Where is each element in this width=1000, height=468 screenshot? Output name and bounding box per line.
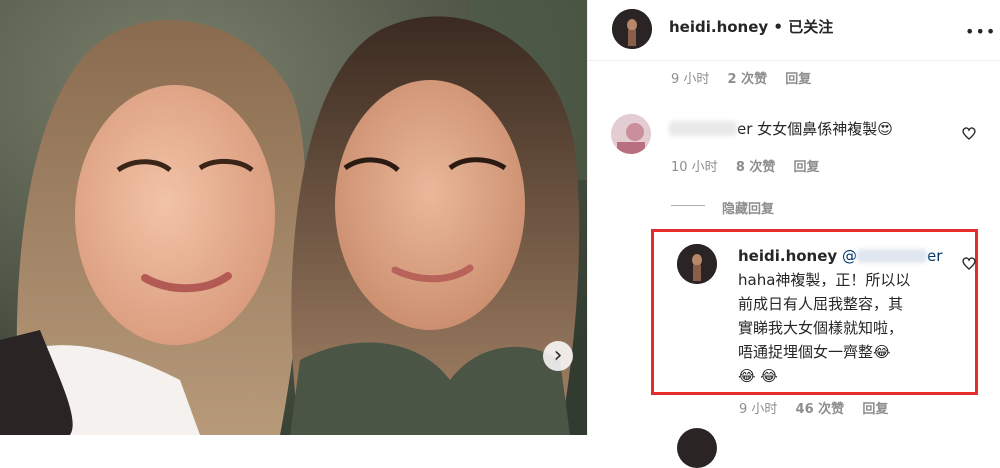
heart-eyes-emoji: 😍 [877, 120, 893, 138]
chevron-right-icon: › [553, 343, 563, 368]
laughing-emoji: 😂 [873, 343, 891, 361]
reply-body: heidi.honey @ er haha神複製，正！所以以 前成日有人屈我整容，… [738, 244, 963, 388]
commenter-avatar-image [611, 114, 651, 154]
comment-time: 9 小时 [671, 72, 710, 87]
reply-line: haha神複製，正！所以以 [738, 271, 911, 289]
post-header: heidi.honey • 已关注 ••• [588, 0, 1000, 61]
mention-redacted [856, 249, 927, 263]
divider-line [671, 205, 705, 206]
reply-line: 前成日有人屈我整容，其 [738, 295, 904, 313]
comments-panel: heidi.honey • 已关注 ••• 9 小时 2 次赞 回复 er 女女… [587, 0, 1000, 468]
emoji-line: 😂 😂 [738, 367, 778, 385]
like-heart-icon[interactable] [961, 255, 977, 271]
next-reply-avatar[interactable] [677, 428, 717, 468]
comment-likes[interactable]: 2 次赞 [728, 72, 768, 87]
reply-first-line: heidi.honey @ er [738, 244, 963, 268]
comment-meta: 10 小时 8 次赞 回复 [671, 156, 834, 175]
reply-line-with-emoji: 唔通捉埋個女一齊整😂 [738, 340, 963, 364]
reply-button[interactable]: 回复 [794, 160, 820, 175]
comment-time: 10 小时 [671, 160, 718, 175]
reply-button[interactable]: 回复 [785, 72, 811, 87]
comment-meta: 9 小时 2 次赞 回复 [671, 68, 825, 87]
comment-text: 女女個鼻係神複製 [757, 120, 878, 138]
author-line: heidi.honey • 已关注 [669, 16, 833, 37]
reply-time: 9 小时 [739, 402, 778, 417]
reply-button[interactable]: 回复 [862, 402, 888, 417]
comment-body: er 女女個鼻係神複製😍 [669, 117, 893, 141]
commenter-username-suffix[interactable]: er [737, 120, 752, 138]
like-heart-icon[interactable] [961, 125, 977, 141]
separator-dot: • [773, 18, 784, 36]
reply-line: 實睇我大女個樣就知啦， [738, 319, 904, 337]
reply-mention[interactable]: @ er [842, 247, 942, 265]
commenter-username-redacted[interactable] [669, 121, 737, 136]
hide-replies-button[interactable]: 隐藏回复 [722, 198, 774, 217]
mention-suffix: er [926, 247, 943, 265]
reply-line: 唔通捉埋個女一齊整 [738, 343, 874, 361]
reply-meta: 9 小时 46 次赞 回复 [739, 398, 902, 417]
comment-likes[interactable]: 8 次赞 [736, 160, 776, 175]
reply-likes[interactable]: 46 次赞 [796, 402, 845, 417]
next-photo-button[interactable]: › [543, 341, 573, 371]
post-photo: › [0, 0, 587, 435]
author-avatar-image [612, 9, 652, 49]
reply-username[interactable]: heidi.honey [738, 247, 837, 265]
more-options-icon[interactable]: ••• [965, 22, 996, 41]
reply-author-avatar[interactable] [677, 244, 717, 284]
author-avatar[interactable] [612, 9, 652, 49]
reply-author-avatar-image [677, 244, 717, 284]
commenter-avatar[interactable] [611, 114, 651, 154]
post-photo-image [0, 0, 587, 435]
follow-status-button[interactable]: 已关注 [788, 18, 833, 36]
author-username[interactable]: heidi.honey [669, 18, 768, 36]
